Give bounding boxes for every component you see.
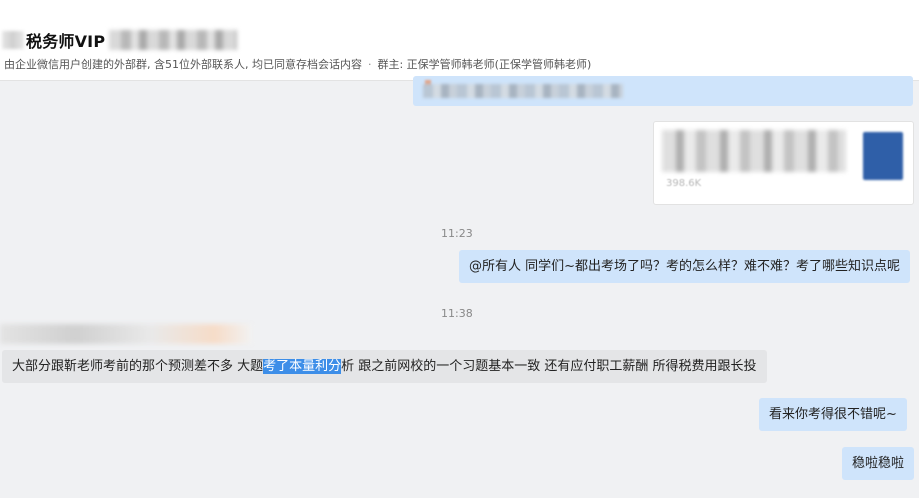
message-text-part: 大部分跟靳老师考前的那个预测差不多 大题 <box>12 359 264 374</box>
sender-name-blurred <box>0 324 252 344</box>
group-name-blurred-suffix <box>109 30 238 50</box>
blurred-message-text <box>423 84 623 98</box>
group-description: 由企业微信用户创建的外部群, 含51位外部联系人, 均已同意存档会话内容 <box>4 58 362 71</box>
subtitle-separator: · <box>367 58 372 71</box>
message-bubble[interactable]: 稳啦稳啦 <box>842 447 915 480</box>
message-bubble[interactable]: 看来你考得很不错呢~ <box>759 398 907 431</box>
timestamp: 11:38 <box>441 307 473 320</box>
group-name: 税务师VIP <box>26 32 106 51</box>
message-text-part: 析 跟之前网校的一个习题基本一致 还有应付职工薪酬 所得税费用跟长投 <box>341 359 757 374</box>
group-owner: 群主: 正保学管师韩老师(正保学管师韩老师) <box>377 58 592 71</box>
file-name-blurred <box>662 130 846 172</box>
message-bubble-blurred[interactable] <box>413 76 913 106</box>
group-subtitle: 由企业微信用户创建的外部群, 含51位外部联系人, 均已同意存档会话内容 · 群主:… <box>4 56 591 72</box>
message-text: @所有人 同学们~都出考场了吗？考的怎么样？难不难？考了哪些知识点呢 <box>469 259 901 274</box>
group-title-row: 税务师VIP <box>0 26 238 54</box>
selected-text[interactable]: 考了本量利分 <box>263 359 342 374</box>
chat-header: 税务师VIP 由企业微信用户创建的外部群, 含51位外部联系人, 均已同意存档会… <box>0 0 919 81</box>
message-text: 看来你考得很不错呢~ <box>769 407 897 422</box>
message-bubble[interactable]: 大部分跟靳老师考前的那个预测差不多 大题考了本量利分析 跟之前网校的一个习题基本… <box>2 350 767 383</box>
message-text: 稳啦稳啦 <box>852 456 905 471</box>
timestamp: 11:23 <box>441 227 473 240</box>
group-avatar-blurred <box>2 31 24 49</box>
file-size: 398.6K <box>666 178 702 189</box>
file-attachment-card[interactable]: 398.6K <box>653 121 914 205</box>
file-type-icon <box>863 132 903 180</box>
message-bubble[interactable]: @所有人 同学们~都出考场了吗？考的怎么样？难不难？考了哪些知识点呢 <box>459 250 911 283</box>
